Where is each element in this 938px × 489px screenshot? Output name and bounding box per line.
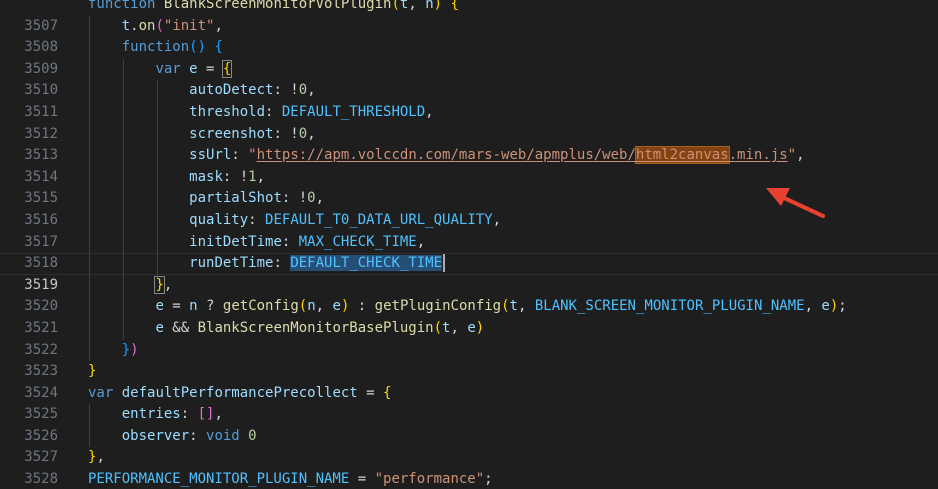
string: "performance" [374,471,485,488]
property: quality [189,211,249,228]
code-line[interactable]: 3529 PERFORMANCE_MONITOR_PLUGIN_NAME = "… [0,469,938,489]
code-line[interactable]: 3511 autoDetect: !0, [0,80,938,120]
function-name: BlankScreenMonitorVolPlugin [163,0,392,12]
constant: MAX_CHECK_TIME [298,233,417,250]
code-line[interactable]: 3508 t.on("init", [0,15,938,55]
property: observer [121,427,190,444]
number: 0 [298,82,308,99]
code-line[interactable]: 3527 observer: void 0 [0,425,938,465]
constant: BLANK_SCREEN_MONITOR_PLUGIN_NAME [534,298,805,315]
constant: PERFORMANCE_MONITOR_PLUGIN_NAME [88,471,350,488]
property: ssUrl [189,147,232,164]
property: runDetTime [189,255,274,272]
function-call: BlankScreenMonitorBasePlugin [197,319,434,336]
code-line[interactable]: 3517 quality: DEFAULT_T0_DATA_URL_QUALIT… [0,209,938,250]
code-line[interactable]: 3526 entries: [], [0,404,938,444]
code-line[interactable]: 3515 mask: !1, [0,166,938,206]
code-line[interactable]: 3516 partialShot: !0, [0,188,938,228]
code-line[interactable]: 3523 }) [0,339,938,379]
property: mask [189,168,223,185]
code-line[interactable]: 3521 e = n ? getConfig(n, e) : getPlugin… [0,296,938,336]
url-link[interactable]: https://apm.volccdn.com/mars-web/apmplus… [257,147,636,163]
matched-bracket: { [221,59,233,78]
number: 0 [307,190,316,207]
code-line[interactable]: 3507 function BlankScreenMonitorVolPlugi… [0,0,938,34]
code-line[interactable]: 3528 }, [0,447,938,487]
code-line[interactable]: 3518 initDetTime: MAX_CHECK_TIME, [0,231,938,271]
text-cursor [443,254,446,273]
keyword: void [206,427,240,444]
number: 0 [298,125,308,142]
property: partialShot [189,190,282,207]
code-line[interactable]: 3514 ssUrl: "https://apm.volccdn.com/mar… [0,145,938,185]
identifier: e [189,60,198,77]
keyword: function [88,0,156,12]
code-line[interactable]: 3525 var defaultPerformancePrecollect = … [0,383,938,423]
identifier: e [155,319,164,336]
number: 0 [248,427,257,444]
function-call: getConfig [222,298,299,315]
property: threshold [189,103,266,120]
code-line[interactable]: 3510 var e = { [0,58,938,98]
code-line[interactable]: 3513 screenshot: !0, [0,123,938,163]
code-line-active[interactable]: 3519 runDetTime: DEFAULT_CHECK_TIME [0,253,938,293]
identifier: n [189,298,198,315]
identifier: e [155,298,164,315]
code-line[interactable]: 3524 } [0,361,938,401]
property: autoDetect [189,82,274,99]
keyword: var [88,384,114,401]
matched-bracket: } [154,275,165,294]
code-line[interactable]: 3512 threshold: DEFAULT_THRESHOLD, [0,101,938,142]
code-line[interactable]: 3509 function() { [0,37,938,77]
identifier: defaultPerformancePrecollect [121,384,358,401]
identifier: t [121,17,131,34]
property: entries [121,406,181,423]
property: screenshot [189,125,274,142]
code-line[interactable]: 3520 }, [0,274,938,314]
selected-text[interactable]: DEFAULT_CHECK_TIME [290,255,443,272]
number: 1 [248,168,257,185]
keyword: function [121,39,190,56]
constant: DEFAULT_THRESHOLD [281,103,426,120]
url-link[interactable]: .min.js [729,147,788,163]
function-call: getPluginConfig [374,298,502,315]
method: on [138,17,156,34]
param: n [425,0,434,12]
search-match[interactable]: html2canvas [634,146,730,165]
code-editor[interactable]: 3507 function BlankScreenMonitorVolPlugi… [0,0,938,489]
constant: DEFAULT_T0_DATA_URL_QUALITY [265,211,493,228]
code-line[interactable]: 3522 e && BlankScreenMonitorBasePlugin(t… [0,317,938,358]
keyword: var [155,60,181,77]
code-area[interactable]: 3507 function BlankScreenMonitorVolPlugi… [0,0,938,489]
string: "init" [163,17,215,34]
property: initDetTime [189,233,282,250]
